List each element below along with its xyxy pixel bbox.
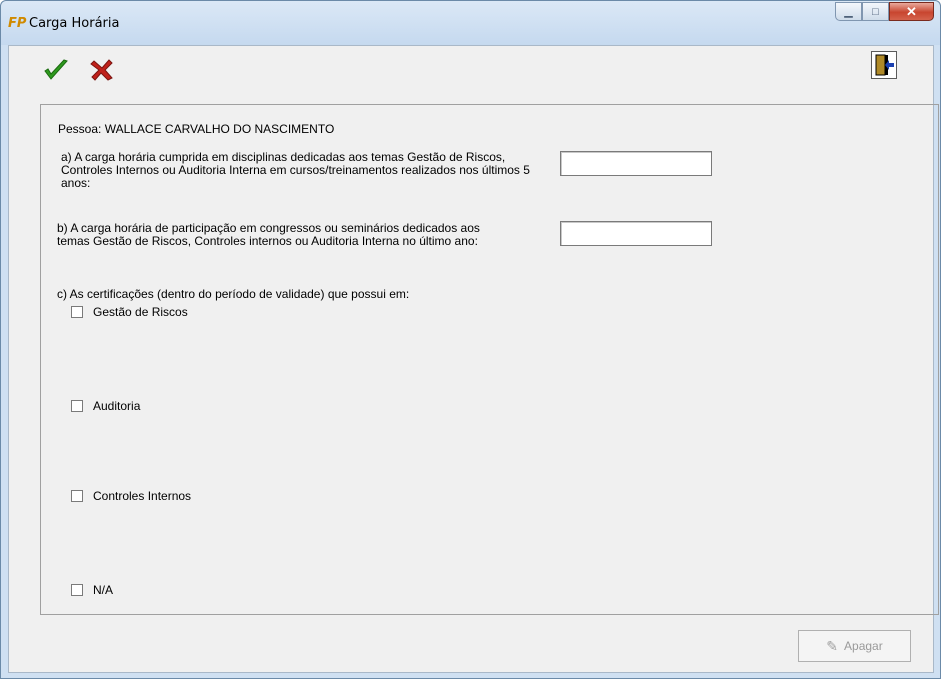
delete-button-label: Apagar	[844, 639, 883, 653]
app-logo-icon: FP	[8, 16, 27, 31]
eraser-icon: ✎	[826, 637, 839, 654]
checkbox-label: Auditoria	[93, 399, 141, 413]
form-group: Pessoa: WALLACE CARVALHO DO NASCIMENTO a…	[40, 104, 939, 615]
checkbox-box[interactable]	[71, 306, 83, 318]
person-label: Pessoa: WALLACE CARVALHO DO NASCIMENTO	[58, 122, 335, 136]
client-area: Pessoa: WALLACE CARVALHO DO NASCIMENTO a…	[8, 45, 939, 673]
check-icon	[44, 59, 68, 80]
question-c-label: c) As certificações (dentro do período d…	[57, 287, 410, 301]
checkbox-auditoria[interactable]: Auditoria	[71, 399, 140, 413]
checkbox-label: Controles Internos	[93, 489, 192, 503]
caption-buttons: ▁ □ ✕	[835, 2, 934, 22]
maximize-button[interactable]: □	[862, 2, 889, 21]
checkbox-label: Gestão de Riscos	[93, 305, 188, 319]
exit-button[interactable]	[871, 51, 897, 79]
maximize-icon: □	[872, 5, 879, 18]
confirm-button[interactable]	[39, 54, 73, 86]
checkbox-label: N/A	[93, 583, 114, 597]
question-a-input[interactable]	[560, 151, 712, 176]
checkbox-box[interactable]	[71, 400, 83, 412]
cross-icon	[90, 59, 113, 81]
checkbox-controles-internos[interactable]: Controles Internos	[71, 489, 191, 503]
checkbox-box[interactable]	[71, 490, 83, 502]
checkbox-na[interactable]: N/A	[71, 583, 113, 597]
close-button[interactable]: ✕	[889, 2, 934, 21]
cancel-button[interactable]	[85, 54, 119, 86]
app-window: FP Carga Horária ▁ □ ✕ Pessoa: WALLACE C…	[0, 0, 941, 679]
checkbox-gestao-riscos[interactable]: Gestão de Riscos	[71, 305, 188, 319]
delete-button[interactable]: ✎ Apagar	[798, 630, 911, 662]
title-bar[interactable]: FP Carga Horária ▁ □ ✕	[1, 1, 940, 45]
checkbox-box[interactable]	[71, 584, 83, 596]
close-icon: ✕	[906, 3, 917, 19]
question-a-label: a) A carga horária cumprida em disciplin…	[61, 150, 530, 190]
question-b-input[interactable]	[560, 221, 712, 246]
toolbar	[9, 46, 933, 92]
exit-door-icon	[875, 54, 894, 76]
minimize-icon: ▁	[844, 6, 853, 18]
question-b-label: b) A carga horária de participação em co…	[57, 221, 480, 248]
window-title: Carga Horária	[29, 16, 120, 31]
minimize-button[interactable]: ▁	[835, 2, 862, 21]
